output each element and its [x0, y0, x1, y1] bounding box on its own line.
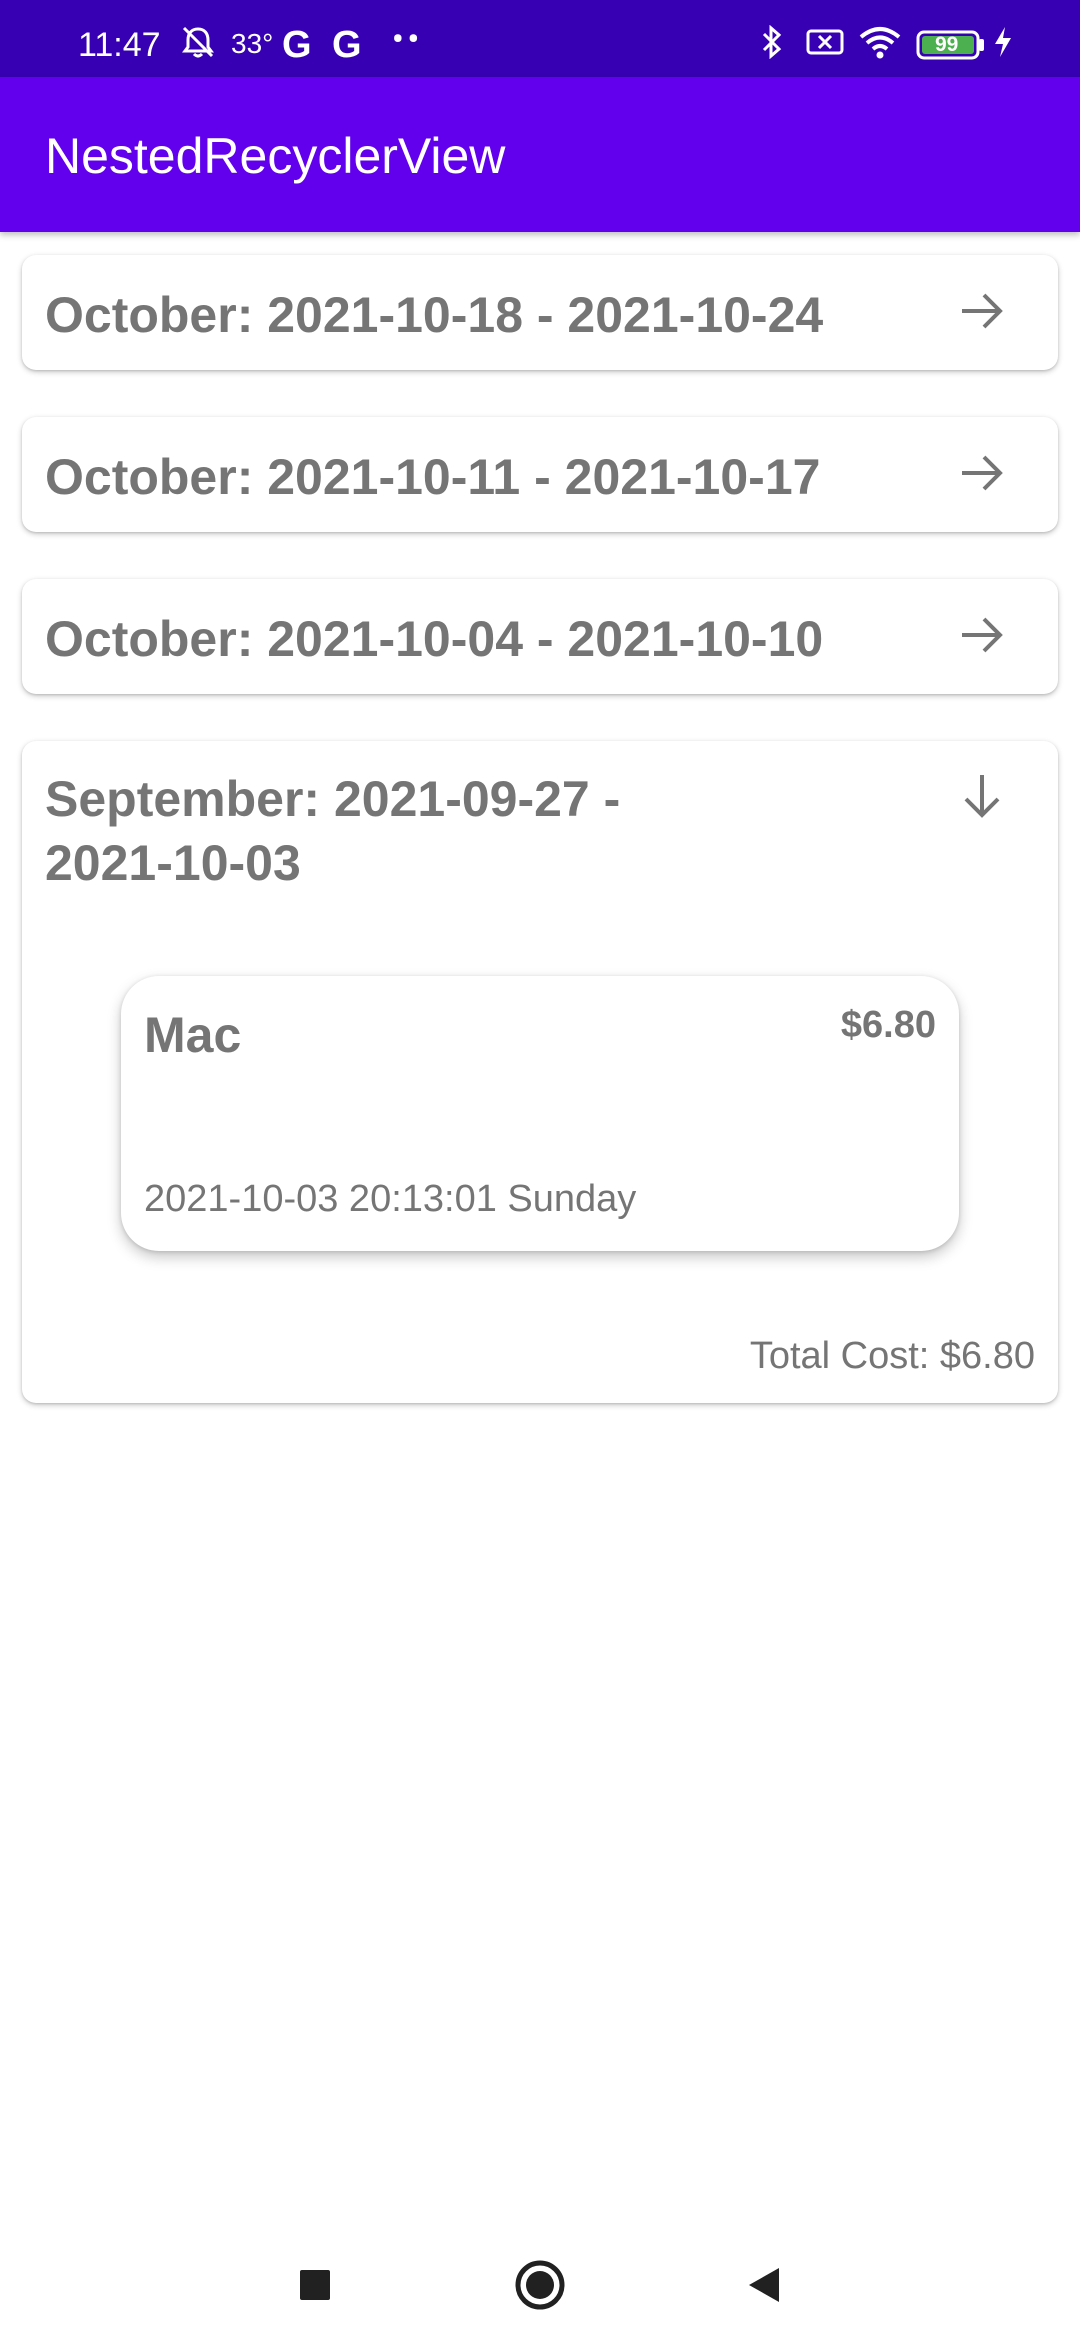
expense-card[interactable]: Mac $6.80 2021-10-03 20:13:01 Sunday [121, 976, 959, 1251]
week-card[interactable]: October: 2021-10-04 - 2021-10-10 [22, 579, 1058, 694]
google-icon: G [332, 24, 362, 66]
week-card-expanded[interactable]: September: 2021-09-27 - 2021-10-03 Mac $… [22, 741, 1058, 1403]
more-notifications-icon: •• [392, 20, 423, 58]
home-button[interactable] [505, 2250, 575, 2320]
recent-apps-button[interactable] [280, 2250, 350, 2320]
week-card[interactable]: October: 2021-10-18 - 2021-10-24 [22, 255, 1058, 370]
arrow-right-icon[interactable] [954, 607, 1010, 663]
app-bar: NestedRecyclerView [0, 77, 1080, 232]
week-title-line-2: 2021-10-03 [45, 835, 301, 891]
expense-datetime: 2021-10-03 20:13:01 Sunday [144, 1178, 637, 1220]
total-cost: Total Cost: $6.80 [749, 1335, 1035, 1377]
week-title: October: 2021-10-11 - 2021-10-17 [45, 449, 821, 505]
week-title-line-1: September: 2021-09-27 - [45, 771, 621, 827]
wifi-icon [858, 25, 902, 59]
google-icon: G [282, 24, 312, 66]
status-bar: 11:47 33° G G •• 99 [0, 0, 1080, 77]
app-title: NestedRecyclerView [45, 128, 506, 184]
back-button[interactable] [728, 2250, 798, 2320]
status-time: 11:47 [78, 26, 161, 64]
charging-icon [992, 25, 1014, 57]
alarm-off-icon [180, 25, 216, 58]
temperature-label: 33° [231, 28, 274, 59]
arrow-right-icon[interactable] [954, 445, 1010, 501]
battery-level: 99 [935, 33, 959, 56]
arrow-right-icon[interactable] [954, 283, 1010, 339]
arrow-down-icon[interactable] [954, 769, 1010, 825]
bluetooth-icon [760, 24, 784, 60]
week-card[interactable]: October: 2021-10-11 - 2021-10-17 [22, 417, 1058, 532]
expense-amount: $6.80 [840, 1004, 936, 1046]
no-sim-icon [805, 25, 845, 57]
navigation-bar [0, 2220, 1080, 2340]
week-title: October: 2021-10-04 - 2021-10-10 [45, 611, 824, 667]
expense-name: Mac [144, 1007, 242, 1063]
week-title: October: 2021-10-18 - 2021-10-24 [45, 287, 824, 343]
